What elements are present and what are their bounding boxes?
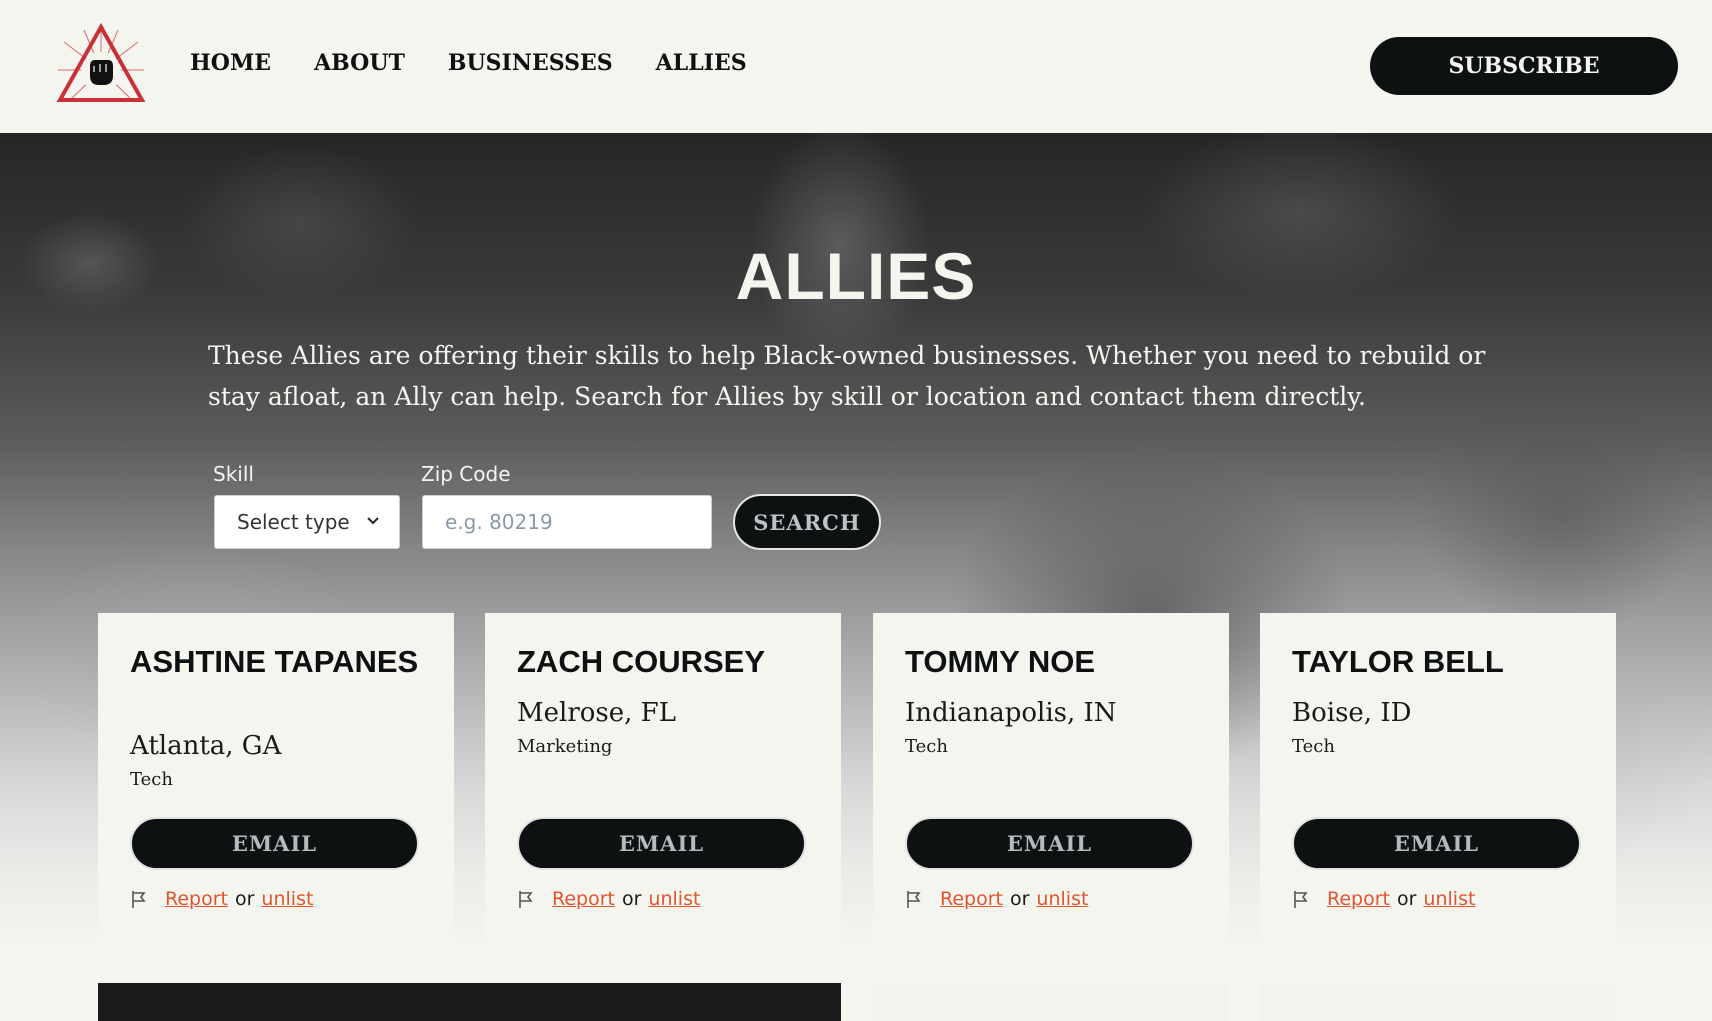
page-description: These Allies are offering their skills t… [208, 341, 1486, 411]
subscribe-button[interactable]: SUBSCRIBE [1370, 37, 1678, 95]
ally-location: Melrose, FL [517, 698, 676, 728]
or-text: or [621, 888, 642, 910]
ally-name: TAYLOR BELL [1292, 644, 1504, 679]
ally-card: ASHTINE TAPANES Atlanta, GA Tech EMAIL R… [98, 613, 454, 953]
report-row: Report or unlist [517, 888, 700, 910]
skill-select-value: Select type [237, 510, 350, 534]
skill-select[interactable]: Select type [214, 495, 400, 549]
featured-card-image [98, 983, 841, 1021]
report-link[interactable]: Report [1327, 888, 1390, 910]
flag-icon [132, 891, 146, 908]
ally-card: TOMMY NOE Indianapolis, IN Tech EMAIL Re… [873, 613, 1229, 953]
nav-home[interactable]: HOME [190, 50, 271, 76]
skill-label: Skill [213, 462, 254, 486]
ally-name: ZACH COURSEY [517, 644, 766, 679]
hero-section: ALLIES These Allies are offering their s… [0, 133, 1712, 1021]
unlist-link[interactable]: unlist [1423, 888, 1475, 910]
report-row: Report or unlist [905, 888, 1088, 910]
report-row: Report or unlist [1292, 888, 1475, 910]
chevron-down-icon [367, 517, 379, 525]
ally-card-partial [873, 983, 1229, 1021]
ally-card: ZACH COURSEY Melrose, FL Marketing EMAIL… [485, 613, 841, 953]
unlist-link[interactable]: unlist [261, 888, 313, 910]
email-button[interactable]: EMAIL [517, 817, 806, 870]
flag-icon [519, 891, 533, 908]
ally-skill: Tech [130, 769, 173, 790]
logo-icon[interactable] [56, 22, 146, 106]
nav-about[interactable]: ABOUT [314, 50, 405, 76]
or-text: or [1009, 888, 1030, 910]
ally-card-partial [1260, 983, 1616, 1021]
ally-card: TAYLOR BELL Boise, ID Tech EMAIL Report … [1260, 613, 1616, 953]
unlist-link[interactable]: unlist [1036, 888, 1088, 910]
page-title: ALLIES [735, 239, 977, 313]
email-button[interactable]: EMAIL [130, 817, 419, 870]
or-text: or [234, 888, 255, 910]
flag-icon [907, 891, 921, 908]
search-button[interactable]: SEARCH [733, 494, 881, 550]
ally-skill: Tech [905, 736, 948, 757]
ally-location: Indianapolis, IN [905, 698, 1117, 728]
report-link[interactable]: Report [552, 888, 615, 910]
site-header: HOME ABOUT BUSINESSES ALLIES SUBSCRIBE [0, 0, 1712, 133]
ally-skill: Marketing [517, 736, 613, 757]
nav-allies[interactable]: ALLIES [656, 50, 747, 76]
nav-businesses[interactable]: BUSINESSES [448, 50, 613, 76]
report-link[interactable]: Report [165, 888, 228, 910]
email-button[interactable]: EMAIL [905, 817, 1194, 870]
ally-location: Boise, ID [1292, 698, 1412, 728]
flag-icon [1294, 891, 1308, 908]
email-button[interactable]: EMAIL [1292, 817, 1581, 870]
main-nav: HOME ABOUT BUSINESSES ALLIES [190, 50, 790, 76]
ally-name: ASHTINE TAPANES [130, 644, 419, 679]
ally-location: Atlanta, GA [130, 731, 282, 761]
ally-name: TOMMY NOE [905, 644, 1096, 679]
report-row: Report or unlist [130, 888, 313, 910]
ally-skill: Tech [1292, 736, 1335, 757]
unlist-link[interactable]: unlist [648, 888, 700, 910]
zip-label: Zip Code [421, 462, 511, 486]
report-link[interactable]: Report [940, 888, 1003, 910]
or-text: or [1396, 888, 1417, 910]
zip-input[interactable] [422, 495, 712, 549]
